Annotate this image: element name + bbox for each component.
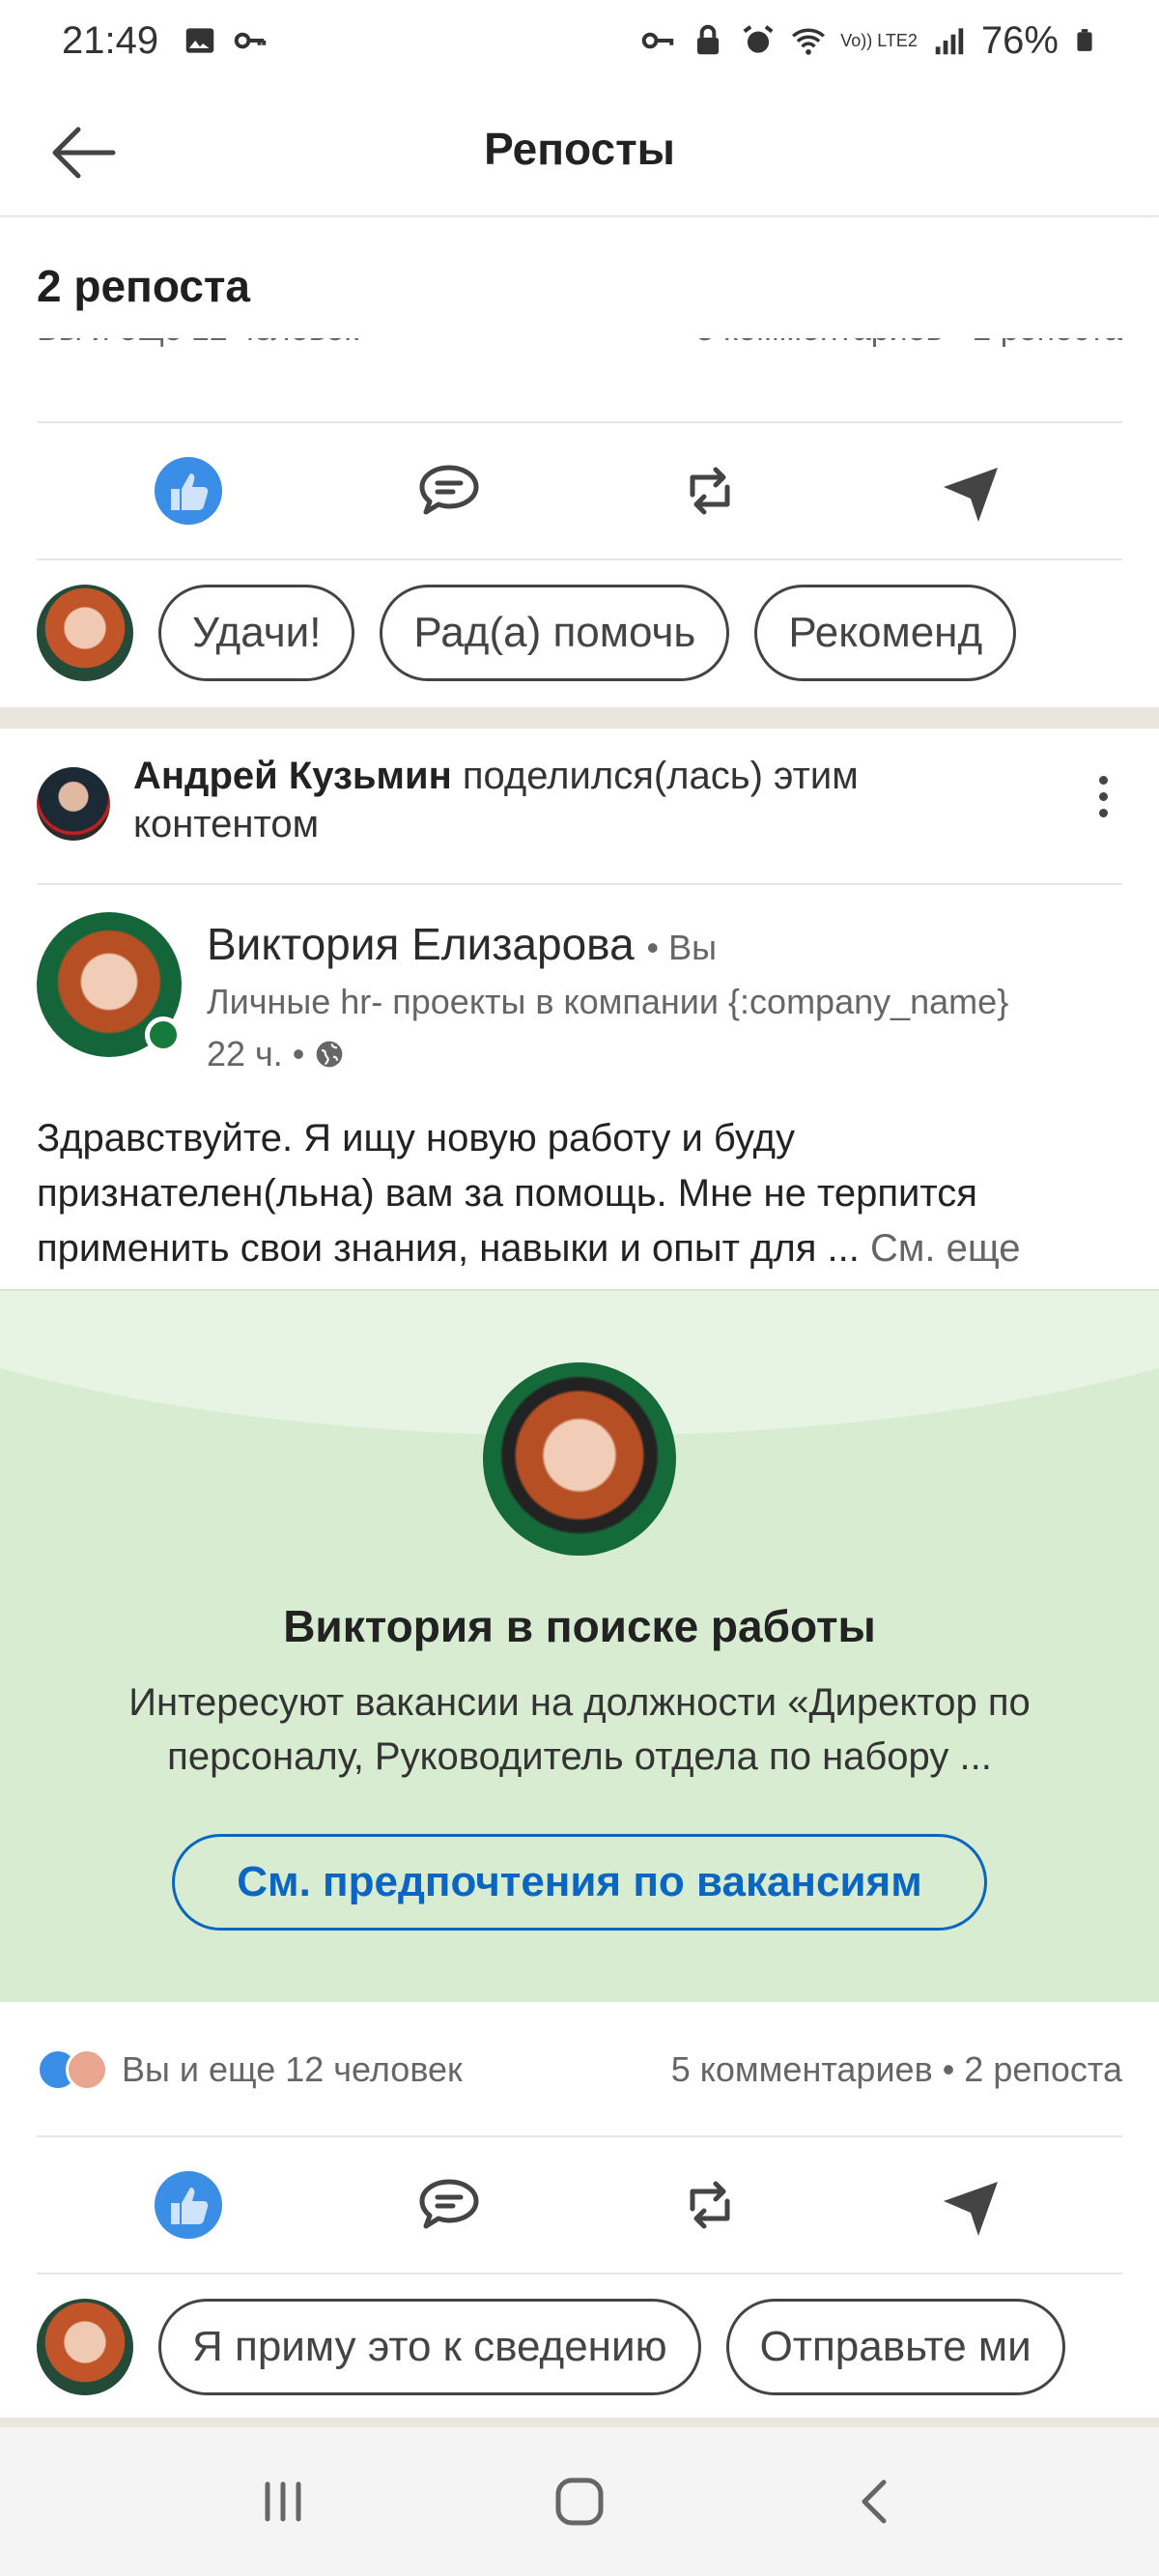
alarm-icon: [743, 25, 774, 53]
post-time: 22 ч. •: [207, 1034, 305, 1073]
post-body[interactable]: Здравствуйте. Я ищу новую работу и буду …: [37, 1111, 1122, 1276]
quick-replies: Удачи! Рад(а) помочь Рекоменд: [0, 560, 1159, 705]
thumbs-up-icon: [155, 2171, 222, 2239]
repost-button[interactable]: [666, 2161, 753, 2248]
wifi-icon: [792, 28, 826, 55]
post-text: Здравствуйте. Я ищу новую работу и буду …: [37, 1117, 977, 1270]
quick-reply-chip[interactable]: Удачи!: [158, 585, 355, 681]
home-icon: [555, 2477, 604, 2526]
more-options-button[interactable]: [1084, 767, 1122, 825]
comment-icon: [419, 2179, 479, 2229]
see-more-link[interactable]: См. еще: [870, 1227, 1021, 1270]
system-back-button[interactable]: [833, 2458, 919, 2545]
avatar: [37, 585, 133, 681]
repost-button[interactable]: [666, 447, 753, 534]
open-to-work-avatar: [483, 1362, 676, 1556]
reposts-count: 2 репоста: [0, 218, 1159, 354]
key-icon: [234, 32, 267, 49]
post-stats: Вы и еще 12 человек 5 комментариев • 2 р…: [37, 2041, 1122, 2099]
more-dot: [1098, 808, 1108, 817]
app-bar: Репосты: [0, 81, 1159, 216]
quick-replies: Я приму это к сведению Отправьте ми: [0, 2275, 1159, 2419]
more-dot: [1098, 775, 1108, 785]
send-icon: [944, 2182, 998, 2236]
page-title: Репосты: [484, 123, 675, 174]
previous-post-stats: Вы и еще 12 человек 5 комментариев • 2 р…: [37, 338, 1122, 367]
repost-icon: [690, 2181, 730, 2229]
section-separator: [0, 707, 1159, 729]
open-to-work-title: Виктория в поиске работы: [283, 1601, 876, 1651]
home-button[interactable]: [536, 2458, 623, 2545]
thumbs-up-icon: [155, 457, 222, 525]
more-dot: [1098, 791, 1108, 801]
previous-comments-text: 5 комментариев • 2 репоста: [696, 338, 1122, 349]
quick-reply-chip[interactable]: Рад(а) помочь: [380, 585, 730, 681]
lock-icon: [697, 24, 720, 55]
reactions-icons: [37, 2048, 108, 2091]
vpn-key-icon: [642, 32, 674, 49]
support-reaction-icon: [66, 2048, 108, 2091]
status-bar: 21:49 Vo)) LTE2 76%: [0, 0, 1159, 81]
arrow-left-icon: [52, 127, 116, 179]
share-header: Андрей Кузьмин поделился(лась) этим конт…: [37, 752, 1122, 868]
quick-reply-chip[interactable]: Отправьте ми: [725, 2299, 1065, 2395]
sharer-avatar[interactable]: [37, 767, 110, 841]
quick-reply-chip[interactable]: Рекоменд: [754, 585, 1017, 681]
author-name[interactable]: Виктория Елизарова: [207, 919, 635, 969]
comments-reposts-count[interactable]: 5 комментариев • 2 репоста: [671, 2049, 1122, 2090]
online-status-icon: [145, 1016, 182, 1053]
post-author[interactable]: Виктория Елизарова • Вы Личные hr- проек…: [37, 908, 1122, 1073]
previous-reactions-text: Вы и еще 12 человек: [37, 338, 358, 349]
back-button[interactable]: [44, 114, 122, 191]
send-button[interactable]: [927, 447, 1014, 534]
sharer-name[interactable]: Андрей Кузьмин: [133, 755, 452, 797]
divider: [37, 883, 1122, 885]
open-to-work-card[interactable]: Виктория в поиске работы Интересуют вака…: [0, 1289, 1159, 2002]
previous-post-actions: [0, 423, 1159, 558]
comment-icon: [419, 465, 479, 515]
globe-icon: [317, 1041, 343, 1068]
avatar: [37, 2299, 133, 2395]
comment-button[interactable]: [406, 2161, 493, 2248]
comment-button[interactable]: [406, 447, 493, 534]
quick-reply-chip[interactable]: Я приму это к сведению: [158, 2299, 701, 2395]
signal-icon: [935, 28, 964, 55]
post-actions: [0, 2137, 1159, 2273]
recent-apps-button[interactable]: [240, 2458, 326, 2545]
like-button[interactable]: [145, 2161, 232, 2248]
network-label: Vo)) LTE2: [840, 31, 918, 50]
job-preferences-button[interactable]: См. предпочтения по вакансиям: [172, 1834, 987, 1931]
you-label: • Вы: [646, 928, 717, 967]
author-headline: Личные hr- проекты в компании {:company_…: [207, 982, 1009, 1021]
repost-icon: [690, 467, 730, 515]
recent-apps-icon: [265, 2481, 301, 2522]
image-icon: [185, 28, 214, 53]
battery-level: 76%: [980, 18, 1059, 62]
reactions-count[interactable]: Вы и еще 12 человек: [122, 2049, 463, 2090]
send-icon: [944, 468, 998, 522]
send-button[interactable]: [927, 2161, 1014, 2248]
chevron-left-icon: [862, 2479, 887, 2524]
battery-icon: [1077, 29, 1092, 51]
open-to-work-description: Интересуют вакансии на должности «Директ…: [128, 1681, 1031, 1778]
like-button[interactable]: [145, 447, 232, 534]
system-navigation-bar: [0, 2427, 1159, 2576]
status-time: 21:49: [62, 18, 159, 62]
